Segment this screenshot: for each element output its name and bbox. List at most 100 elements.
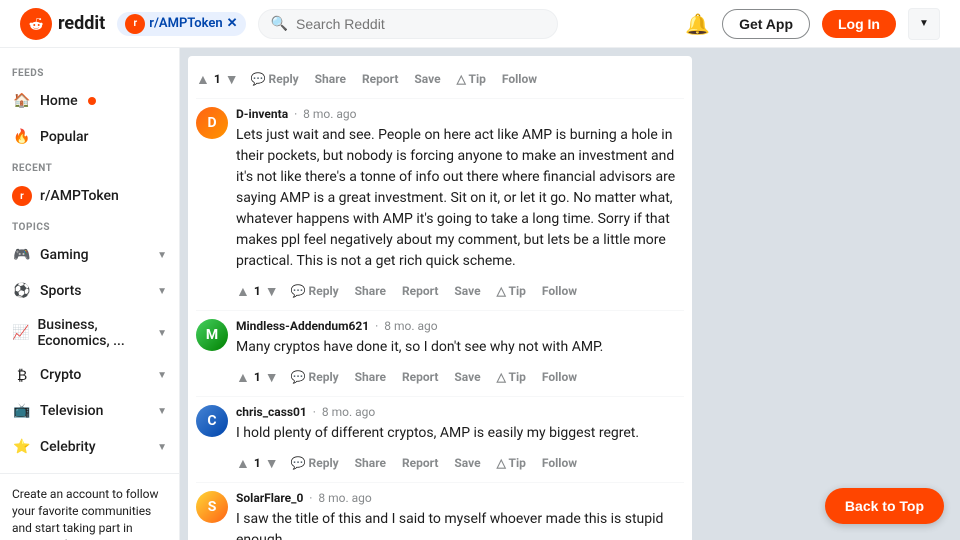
search-bar[interactable]: 🔍 <box>258 9 558 39</box>
sidebar-item-crypto[interactable]: ₿ Crypto ▼ <box>0 357 179 393</box>
comment-3-author[interactable]: chris_cass01 <box>236 405 307 419</box>
comment-3-follow-btn[interactable]: Follow <box>538 452 581 474</box>
popular-icon: 🔥 <box>12 127 32 147</box>
comment-1-share-btn[interactable]: Share <box>351 280 390 302</box>
comment-4-body: SolarFlare_0 · 8 mo. ago I saw the title… <box>236 491 684 540</box>
follow-btn-top[interactable]: Follow <box>498 68 541 90</box>
comment-3-avatar: C <box>196 405 228 437</box>
amptoken-icon: r <box>12 186 32 206</box>
tip-btn-top[interactable]: △ Tip <box>453 68 490 90</box>
television-chevron-icon: ▼ <box>157 406 167 417</box>
comment-4: S SolarFlare_0 · 8 mo. ago I saw the tit… <box>196 483 684 540</box>
sidebar-item-television[interactable]: 📺 Television ▼ <box>0 393 179 429</box>
comment-1-follow-btn[interactable]: Follow <box>538 280 581 302</box>
sports-icon: ⚽ <box>12 281 32 301</box>
comment-3-report-btn[interactable]: Report <box>398 452 442 474</box>
comment-1-tip-btn[interactable]: △ Tip <box>493 280 530 302</box>
comment-1-time: 8 mo. ago <box>303 107 356 121</box>
comment-1: D D-inventa · 8 mo. ago Lets just wait a… <box>196 99 684 311</box>
comment-2-downvote-icon[interactable]: ▼ <box>265 369 279 386</box>
gaming-label: Gaming <box>40 247 89 263</box>
comment-2-upvote-icon[interactable]: ▲ <box>236 369 250 386</box>
comment-3-share-btn[interactable]: Share <box>351 452 390 474</box>
login-button[interactable]: Log In <box>822 10 896 38</box>
comment-2-time: 8 mo. ago <box>384 319 437 333</box>
celebrity-icon: ⭐ <box>12 437 32 457</box>
comment-2-follow-btn[interactable]: Follow <box>538 366 581 388</box>
television-icon: 📺 <box>12 401 32 421</box>
comment-3-body: chris_cass01 · 8 mo. ago I hold plenty o… <box>236 405 684 474</box>
reddit-logo-icon <box>20 8 52 40</box>
comment-1-reply-btn[interactable]: 💬 Reply <box>287 280 343 302</box>
back-to-top-button[interactable]: Back to Top <box>825 488 944 524</box>
comment-3-upvote-icon[interactable]: ▲ <box>236 455 250 472</box>
comment-4-avatar: S <box>196 491 228 523</box>
business-chevron-icon: ▼ <box>157 328 167 339</box>
search-icon: 🔍 <box>271 16 288 32</box>
comment-4-text: I saw the title of this and I said to my… <box>236 509 684 540</box>
comment-2-share-btn[interactable]: Share <box>351 366 390 388</box>
comment-1-author[interactable]: D-inventa <box>236 107 288 121</box>
save-btn-top[interactable]: Save <box>410 68 444 90</box>
remove-tag-icon[interactable]: ✕ <box>227 16 238 31</box>
right-panel <box>700 48 960 540</box>
comment-2-report-btn[interactable]: Report <box>398 366 442 388</box>
reply-btn-top[interactable]: 💬 Reply <box>247 68 303 90</box>
comment-actions-bar-top: ▲ 1 ▼ 💬 Reply Share Report Save △ Tip Fo… <box>196 64 684 99</box>
crypto-icon: ₿ <box>12 365 32 385</box>
upvote-icon-top[interactable]: ▲ <box>196 71 210 88</box>
sidebar-item-home[interactable]: 🏠 Home <box>0 83 179 119</box>
get-app-button[interactable]: Get App <box>722 9 810 39</box>
comment-2-reply-btn[interactable]: 💬 Reply <box>287 366 343 388</box>
sidebar-item-sports[interactable]: ⚽ Sports ▼ <box>0 273 179 309</box>
comment-1-body: D-inventa · 8 mo. ago Lets just wait and… <box>236 107 684 302</box>
comment-3-downvote-icon[interactable]: ▼ <box>265 455 279 472</box>
comment-2-vote: ▲ 1 ▼ <box>236 369 279 386</box>
comment-3-save-btn[interactable]: Save <box>450 452 484 474</box>
comment-3-text: I hold plenty of different cryptos, AMP … <box>236 423 684 444</box>
reddit-wordmark: reddit <box>58 13 105 34</box>
hot-dot <box>88 97 96 105</box>
comment-1-save-btn[interactable]: Save <box>450 280 484 302</box>
comment-1-vote-count: 1 <box>254 284 261 298</box>
sidebar-item-popular[interactable]: 🔥 Popular <box>0 119 179 155</box>
comment-3-actions: ▲ 1 ▼ 💬 Reply Share Report Save △ Tip Fo… <box>236 452 684 474</box>
gaming-icon: 🎮 <box>12 245 32 265</box>
header: reddit r r/AMPToken ✕ 🔍 🔔 Get App Log In… <box>0 0 960 48</box>
business-label: Business, Economics, ... <box>37 317 149 349</box>
feeds-section-label: FEEDS <box>0 60 179 83</box>
television-label: Television <box>40 403 103 419</box>
sidebar-item-celebrity[interactable]: ⭐ Celebrity ▼ <box>0 429 179 465</box>
comment-2-vote-count: 1 <box>254 370 261 384</box>
comment-1-avatar: D <box>196 107 228 139</box>
comment-1-vote: ▲ 1 ▼ <box>236 283 279 300</box>
comment-1-upvote-icon[interactable]: ▲ <box>236 283 250 300</box>
comment-2-save-btn[interactable]: Save <box>450 366 484 388</box>
comment-4-time: 8 mo. ago <box>318 491 371 505</box>
comment-3-time: 8 mo. ago <box>322 405 375 419</box>
sidebar: FEEDS 🏠 Home 🔥 Popular RECENT r r/AMPTok… <box>0 48 180 540</box>
bell-icon[interactable]: 🔔 <box>685 12 710 36</box>
comment-3-tip-btn[interactable]: △ Tip <box>493 452 530 474</box>
comment-2-author[interactable]: Mindless-Addendum621 <box>236 319 369 333</box>
comment-2-body: Mindless-Addendum621 · 8 mo. ago Many cr… <box>236 319 684 388</box>
main-content: ▲ 1 ▼ 💬 Reply Share Report Save △ Tip Fo… <box>180 48 700 540</box>
comment-1-downvote-icon[interactable]: ▼ <box>265 283 279 300</box>
search-input[interactable] <box>296 16 545 32</box>
comment-4-author[interactable]: SolarFlare_0 <box>236 491 303 505</box>
sidebar-item-gaming[interactable]: 🎮 Gaming ▼ <box>0 237 179 273</box>
user-avatar-button[interactable]: ▼ <box>908 8 940 40</box>
comment-2-tip-btn[interactable]: △ Tip <box>493 366 530 388</box>
report-btn-top[interactable]: Report <box>358 68 402 90</box>
comment-1-report-btn[interactable]: Report <box>398 280 442 302</box>
sidebar-item-business[interactable]: 📈 Business, Economics, ... ▼ <box>0 309 179 357</box>
comment-3-meta: chris_cass01 · 8 mo. ago <box>236 405 684 419</box>
join-section: Create an account to follow your favorit… <box>0 473 179 540</box>
sidebar-item-amptoken[interactable]: r r/AMPToken <box>0 178 179 214</box>
share-btn-top[interactable]: Share <box>311 68 350 90</box>
comment-3-reply-btn[interactable]: 💬 Reply <box>287 452 343 474</box>
logo[interactable]: reddit <box>20 8 105 40</box>
subreddit-tag[interactable]: r r/AMPToken ✕ <box>117 12 245 36</box>
comments-container: ▲ 1 ▼ 💬 Reply Share Report Save △ Tip Fo… <box>188 56 692 540</box>
downvote-icon-top[interactable]: ▼ <box>225 71 239 88</box>
